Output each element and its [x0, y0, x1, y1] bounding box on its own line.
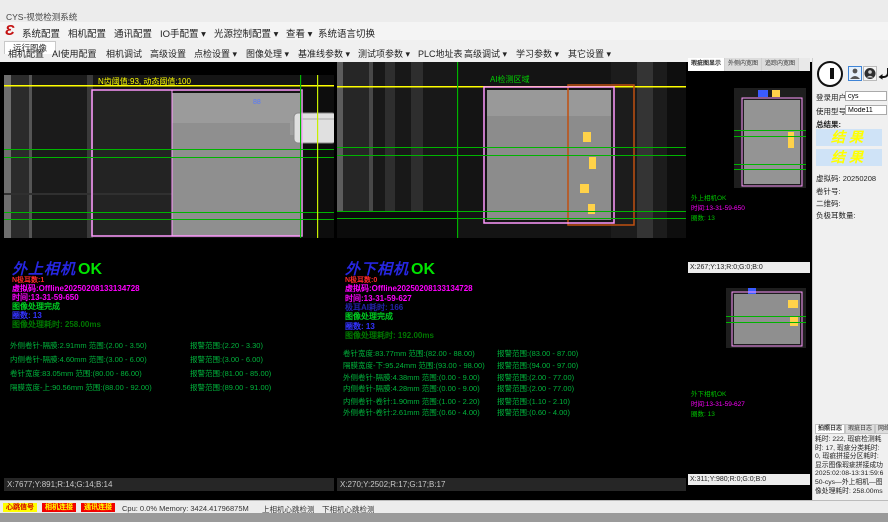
pixel-coords-readout: X:7677;Y:891;R:14;G:14;B:14 — [4, 478, 334, 491]
measurement-row: 内侧卷针-卷针:1.90mm 范围:(1.00 - 2.20) 报警范围:(1.… — [337, 396, 686, 406]
thumbnail-column: 瑕疵图显示 外侧内宽图 追踪内宽图 外上相机OK 时间:13-31-59-650… — [688, 58, 810, 492]
pause-icon — [826, 68, 834, 79]
middle-camera-panel[interactable]: AI检测区域 外下相机OK N极耳数:0 虚拟码:Offline20250208… — [337, 62, 686, 492]
user-icon — [849, 67, 861, 80]
menu-comm-config[interactable]: 通讯配置 — [114, 26, 152, 40]
log-tab-defect[interactable]: 瑕疵日志 — [845, 424, 875, 434]
main-area: N齿阈值:93, 动态阈值:100 88 外上相机OK N极耳数:1 虚拟码:O… — [0, 62, 888, 500]
virtual-code-value: 20250208 — [843, 174, 876, 183]
svg-text:时间:13-31-59-627: 时间:13-31-59-627 — [691, 399, 745, 408]
tool-camera-debug[interactable]: 相机调试 — [106, 47, 142, 60]
login-user-field[interactable] — [845, 91, 887, 101]
measurement-row: 隔膜宽度-下:95.24mm 范围:(93.00 - 98.00) 报警范围:(… — [337, 360, 686, 370]
virtual-code-row: 虚拟码: 20250208 — [816, 173, 876, 184]
app-logo-icon: Ɛ — [5, 22, 15, 39]
result-box-2: 结果 — [816, 149, 882, 166]
blue-tag-label: 88 — [253, 99, 261, 106]
measurement-row: 外侧卷针-卷针:2.61mm 范围:(0.60 - 4.00) 报警范围:(0.… — [337, 407, 686, 417]
svg-text:时间:13-31-59-650: 时间:13-31-59-650 — [691, 203, 745, 212]
ok-badge: OK — [78, 261, 102, 278]
heartbeat-badge: 心跳信号 — [3, 503, 37, 512]
measurement-row: 外侧卷针-隔膜:4.38mm 范围:(0.00 - 9.00) 报警范围:(2.… — [337, 372, 686, 382]
pin-number-label: 卷针号: — [816, 186, 841, 197]
measurement-row: 卷针宽度:83.77mm 范围:(82.00 - 88.00) 报警范围:(83… — [337, 348, 686, 358]
tool-camera-config[interactable]: 相机配置 — [8, 47, 44, 60]
tool-advanced-set[interactable]: 高级设置 — [150, 47, 186, 60]
status-bar: 心跳信号 相机连接 通讯连接 Cpu: 0.0% Memory: 3424.41… — [0, 500, 888, 514]
tool-ai-config[interactable]: AI使用配置 — [52, 47, 97, 60]
user-button[interactable] — [848, 66, 862, 81]
log-text: 耗时: 222, 瑕疵检测耗时: 17, 瑕疵分类耗时: 0, 瑕疵拼接分区耗时… — [815, 436, 886, 496]
result-text-2: 结果 — [831, 149, 867, 165]
measurement-row: 外侧卷针-隔膜:2.91mm 范围:(2.00 - 3.50) 报警范围:(2.… — [4, 340, 334, 350]
log-tab-strip: 拍照日志 瑕疵日志 网络日志 — [815, 424, 887, 434]
measurement-row: 隔膜宽度-上:90.56mm 范围:(88.00 - 92.00) 报警范围:(… — [4, 382, 334, 392]
pixel-coords-readout: X:270;Y:2502;R:17;G:17;B:17 — [337, 478, 686, 491]
log-tab-photo[interactable]: 拍照日志 — [815, 424, 845, 434]
thumb-tab-track[interactable]: 追踪内宽图 — [762, 58, 799, 71]
svg-text:圈数: 13: 圈数: 13 — [691, 409, 715, 418]
left-camera-image[interactable]: N齿阈值:93, 动态阈值:100 88 — [4, 75, 334, 238]
model-row: 使用型号: — [816, 106, 848, 117]
process-elapsed: 图像处理耗时: 258.00ms — [12, 319, 101, 330]
threshold-overlay-label: N齿阈值:93, 动态阈值:100 — [98, 76, 191, 86]
result-box-1: 结果 — [816, 129, 882, 146]
switch-user-button[interactable] — [876, 66, 888, 81]
pixel-coords-readout: X:311;Y:980;R:0;G:0;B:0 — [688, 474, 810, 485]
ok-badge: OK — [411, 261, 435, 278]
menu-bar: Ɛ 系统配置 相机配置 通讯配置 IO手配置 ▾ 光源控制配置 ▾ 查看 ▾ 系… — [0, 22, 888, 41]
thumb-tab-defect[interactable]: 瑕疵图显示 — [688, 58, 725, 71]
measurement-row: 卷针宽度:83.05mm 范围:(80.00 - 86.00) 报警范围:(81… — [4, 368, 334, 378]
person-circle-icon — [864, 67, 876, 80]
menu-system-config[interactable]: 系统配置 — [22, 26, 60, 40]
app-window: CYS-视觉检测系统 Ɛ 系统配置 相机配置 通讯配置 IO手配置 ▾ 光源控制… — [0, 0, 888, 522]
thumb-image-bottom[interactable]: 外下相机OK 时间:13-31-59-627 圈数: 13 — [688, 276, 810, 474]
tool-other-set[interactable]: 其它设置 ▾ — [568, 47, 611, 60]
tool-baseline-param[interactable]: 基准线参数 ▾ — [298, 47, 350, 60]
tool-learn-param[interactable]: 学习参数 ▾ — [516, 47, 559, 60]
tool-adv-debug[interactable]: 高级调试 ▾ — [464, 47, 507, 60]
qrcode-label: 二维码: — [816, 198, 841, 209]
model-label: 使用型号: — [816, 106, 848, 117]
middle-camera-image[interactable]: AI检测区域 — [337, 62, 686, 238]
tool-spot-check[interactable]: 点检设置 ▾ — [194, 47, 237, 60]
tool-image-process[interactable]: 图像处理 ▾ — [246, 47, 289, 60]
svg-text:圈数: 13: 圈数: 13 — [691, 213, 715, 222]
comm-link-badge: 通讯连接 — [81, 503, 115, 512]
tool-test-param[interactable]: 测试项参数 ▾ — [358, 47, 410, 60]
measurement-row: 内侧卷针-隔膜:4.28mm 范围:(0.00 - 9.00) 报警范围:(2.… — [337, 383, 686, 393]
login-user-label: 登录用户: — [816, 92, 848, 103]
thumb-tab-outer[interactable]: 外侧内宽图 — [725, 58, 762, 71]
tool-plc-table[interactable]: PLC地址表 — [418, 47, 463, 60]
virtual-code-label: 虚拟码: — [816, 173, 841, 184]
menu-view[interactable]: 查看 ▾ — [286, 26, 312, 40]
log-tab-network[interactable]: 网络日志 — [875, 424, 888, 434]
thumb-tab-strip: 瑕疵图显示 外侧内宽图 追踪内宽图 — [688, 58, 810, 71]
cpu-memory-text: Cpu: 0.0% Memory: 3424.41796875M — [122, 504, 249, 513]
negative-tab-label: 负极耳数量: — [816, 210, 856, 221]
menu-light-config[interactable]: 光源控制配置 ▾ — [214, 26, 278, 40]
profile-circle-button[interactable] — [863, 66, 877, 81]
ai-area-label: AI检测区域 — [490, 74, 530, 84]
process-elapsed: 图像处理耗时: 192.00ms — [345, 330, 434, 341]
model-field[interactable] — [845, 105, 887, 115]
result-text-1: 结果 — [831, 129, 867, 145]
left-camera-panel[interactable]: N齿阈值:93, 动态阈值:100 88 外上相机OK N极耳数:1 虚拟码:O… — [4, 62, 334, 492]
svg-text:外上相机OK: 外上相机OK — [691, 193, 727, 202]
camera-link-badge: 相机连接 — [42, 503, 76, 512]
menu-language-switch[interactable]: 系统语言切换 — [318, 26, 375, 40]
titlebar: CYS-视觉检测系统 — [0, 0, 888, 23]
thumb-image-top[interactable]: 外上相机OK 时间:13-31-59-650 圈数: 13 — [688, 72, 810, 262]
window-bottom-edge — [0, 513, 888, 522]
menu-camera-config[interactable]: 相机配置 — [68, 26, 106, 40]
svg-text:外下相机OK: 外下相机OK — [691, 389, 727, 398]
login-user-row: 登录用户: — [816, 92, 848, 103]
switch-arrow-icon — [877, 66, 888, 80]
pause-button[interactable] — [817, 61, 843, 87]
pixel-coords-readout: X:267;Y:13;R:0;G:0;B:0 — [688, 262, 810, 273]
right-sidebar: 登录用户: 使用型号: 总结果: 结果 结果 虚拟码: 20250208 卷针号… — [812, 58, 888, 500]
measurement-row: 内侧卷针-隔膜:4.60mm 范围:(3.00 - 6.00) 报警范围:(3.… — [4, 354, 334, 364]
menu-io-config[interactable]: IO手配置 ▾ — [160, 26, 206, 40]
